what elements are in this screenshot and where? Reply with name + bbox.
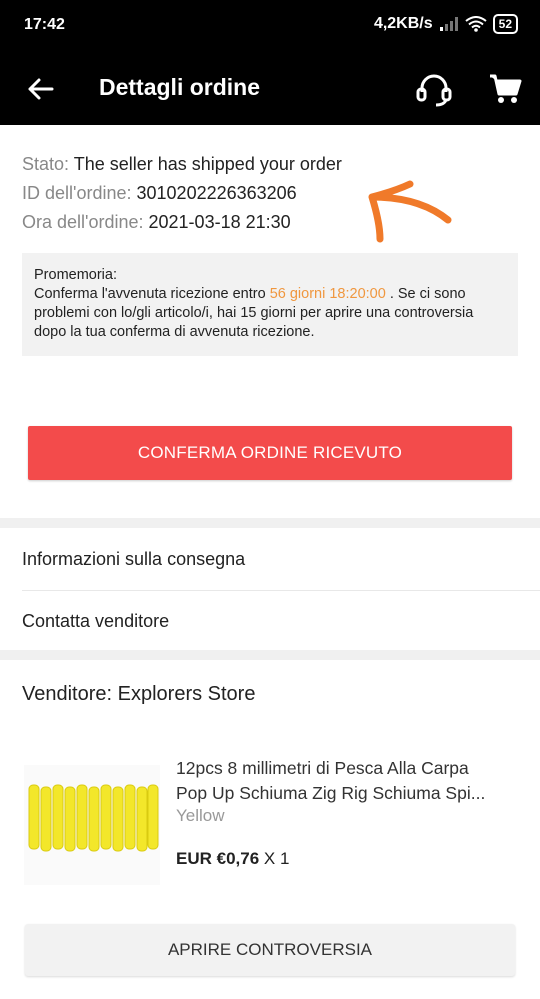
reminder-countdown: 56 giorni 18:20:00 (269, 286, 386, 302)
order-time-label: Ora dell'ordine: (22, 212, 144, 232)
section-separator (0, 518, 540, 528)
reminder-box: Promemoria: Conferma l'avvenuta ricezion… (22, 253, 518, 356)
shopping-cart-icon[interactable] (488, 72, 522, 106)
contact-seller-row[interactable]: Contatta venditore (0, 591, 540, 652)
order-info: Stato: The seller has shipped your order… (22, 150, 342, 237)
order-time-value: 2021-03-18 21:30 (148, 212, 291, 232)
network-speed: 4,2KB/s (373, 15, 433, 32)
reminder-title: Promemoria: (34, 267, 117, 283)
page-title: Dettagli ordine (99, 74, 261, 100)
seller-name[interactable]: Venditore: Explorers Store (22, 683, 255, 706)
wifi-icon (465, 16, 487, 32)
delivery-info-row[interactable]: Informazioni sulla consegna (0, 529, 540, 590)
signal-icon (439, 17, 458, 31)
product-thumbnail[interactable] (24, 765, 160, 885)
status-time: 17:42 (24, 16, 65, 33)
order-time-row: Ora dell'ordine: 2021-03-18 21:30 (22, 208, 342, 237)
product-price-row: EUR €0,76 X 1 (176, 849, 289, 869)
back-arrow-icon[interactable] (26, 75, 54, 103)
app-bar: Dettagli ordine (0, 50, 540, 125)
reminder-text: Conferma l'avvenuta ricezione entro 56 g… (34, 285, 506, 342)
product-price: EUR €0,76 (176, 849, 260, 868)
order-status-row: Stato: The seller has shipped your order (22, 150, 342, 179)
section-separator (0, 650, 540, 660)
status-bar: 17:42 4,2KB/s 52 (0, 0, 540, 50)
order-id-row: ID dell'ordine: 3010202226363206 (22, 179, 342, 208)
headset-support-icon[interactable] (414, 70, 454, 110)
confirm-order-received-button[interactable]: CONFERMA ORDINE RICEVUTO (28, 426, 512, 480)
product-title[interactable]: 12pcs 8 millimetri di Pesca Alla Carpa P… (176, 756, 516, 806)
battery-indicator: 52 (492, 14, 518, 34)
status-indicators: 4,2KB/s 52 (374, 14, 518, 34)
product-quantity: X 1 (263, 849, 290, 868)
product-title-line-2: Pop Up Schiuma Zig Rig Schiuma Spi... (176, 783, 486, 803)
open-dispute-button[interactable]: APRIRE CONTROVERSIA (25, 924, 515, 976)
order-status-label: Stato: (22, 154, 70, 174)
order-status-value: The seller has shipped your order (73, 154, 342, 174)
product-title-line-1: 12pcs 8 millimetri di Pesca Alla Carpa (176, 758, 469, 778)
annotation-arrow (368, 180, 452, 243)
order-id-label: ID dell'ordine: (22, 183, 132, 203)
reminder-text-before: Conferma l'avvenuta ricezione entro (34, 286, 266, 302)
product-variant: Yellow (176, 806, 225, 825)
order-id-value: 3010202226363206 (136, 183, 297, 203)
